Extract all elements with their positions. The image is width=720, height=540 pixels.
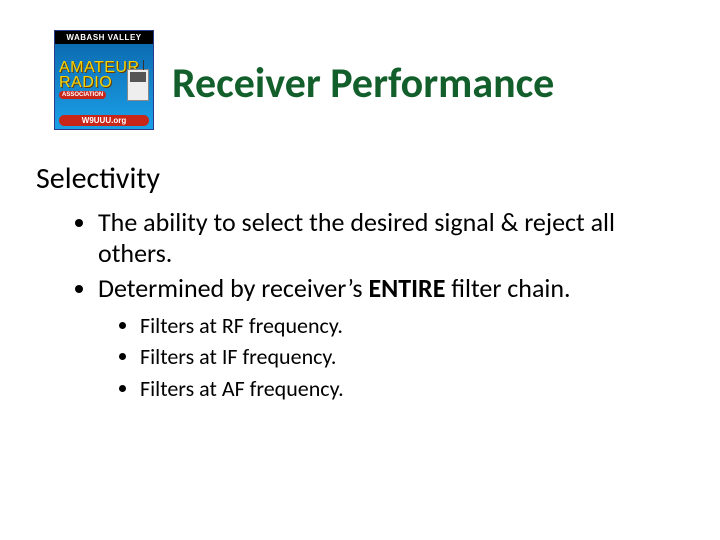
list-item: Determined by receiver’s ENTIRE filter c… <box>98 273 684 403</box>
slide: WABASH VALLEY AMATEUR RADIO ASSOCIATION … <box>0 0 720 540</box>
logo-line2: RADIO <box>59 75 112 90</box>
text-bold: ENTIRE <box>368 272 445 304</box>
text-pre: Determined by receiver’s <box>98 272 368 304</box>
list-item: The ability to select the desired signal… <box>98 207 684 269</box>
logo-url: W9UUU.org <box>59 115 149 126</box>
bullet-list-level1: The ability to select the desired signal… <box>98 207 684 404</box>
text-post: filter chain. <box>445 272 570 304</box>
logo-top-bar: WABASH VALLEY <box>55 31 153 44</box>
club-logo: WABASH VALLEY AMATEUR RADIO ASSOCIATION … <box>54 30 154 130</box>
list-item: Filters at AF frequency. <box>140 374 684 404</box>
slide-title: Receiver Performance <box>172 58 554 109</box>
list-item: Filters at RF frequency. <box>140 311 684 341</box>
section-heading: Selectivity <box>36 160 684 197</box>
slide-body: Selectivity The ability to select the de… <box>36 160 684 408</box>
list-item: Filters at IF frequency. <box>140 342 684 372</box>
radio-icon <box>127 69 149 101</box>
bullet-list-level2: Filters at RF frequency. Filters at IF f… <box>140 311 684 404</box>
logo-body: AMATEUR RADIO ASSOCIATION <box>55 44 153 115</box>
logo-association: ASSOCIATION <box>59 91 106 99</box>
